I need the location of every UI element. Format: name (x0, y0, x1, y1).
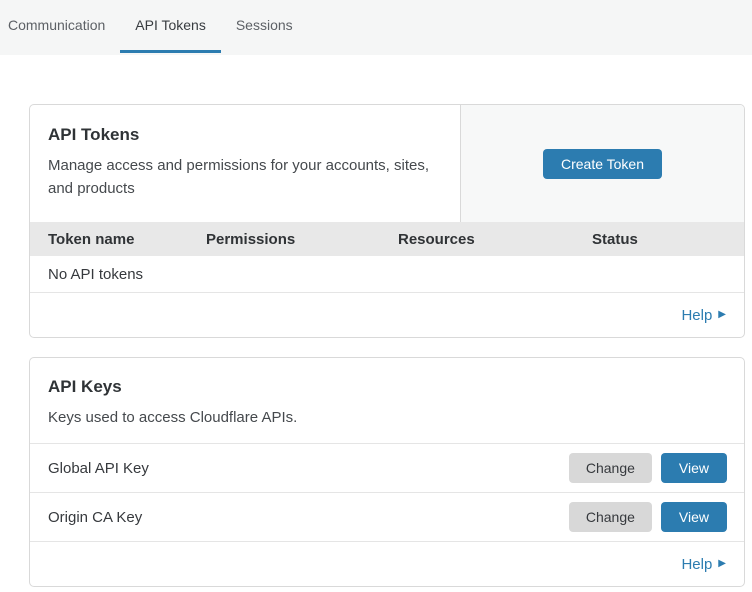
tab-api-tokens[interactable]: API Tokens (120, 0, 221, 53)
create-token-button[interactable]: Create Token (543, 149, 662, 179)
api-tokens-title: API Tokens (48, 125, 442, 145)
api-keys-title: API Keys (48, 377, 726, 397)
api-keys-card-header: API Keys Keys used to access Cloudflare … (30, 358, 744, 444)
tokens-empty-row: No API tokens (30, 256, 744, 293)
tab-sessions[interactable]: Sessions (221, 0, 308, 53)
api-tokens-card-header-action: Create Token (460, 105, 744, 222)
column-header-token-name: Token name (48, 231, 206, 248)
tokens-help-label: Help (681, 307, 712, 324)
api-keys-description: Keys used to access Cloudflare APIs. (48, 406, 726, 429)
column-header-permissions: Permissions (206, 231, 398, 248)
api-tokens-card-header-text: API Tokens Manage access and permissions… (30, 105, 460, 222)
keys-help-label: Help (681, 556, 712, 573)
origin-ca-key-view-button[interactable]: View (661, 502, 727, 532)
tokens-table-header: Token name Permissions Resources Status (30, 222, 744, 256)
help-arrow-icon: ▶ (718, 559, 726, 569)
tab-bar: Communication API Tokens Sessions (0, 0, 752, 55)
origin-ca-key-change-button[interactable]: Change (569, 502, 652, 532)
column-header-resources: Resources (398, 231, 592, 248)
api-tokens-card: API Tokens Manage access and permissions… (29, 104, 745, 338)
origin-ca-key-row: Origin CA Key Change View (30, 493, 744, 542)
global-api-key-row: Global API Key Change View (30, 444, 744, 493)
column-header-status: Status (592, 231, 744, 248)
global-api-key-change-button[interactable]: Change (569, 453, 652, 483)
keys-help-link[interactable]: Help ▶ (681, 556, 726, 573)
tab-communication[interactable]: Communication (0, 0, 120, 53)
origin-ca-key-label: Origin CA Key (48, 509, 569, 526)
tokens-empty-message: No API tokens (48, 266, 143, 283)
api-keys-card: API Keys Keys used to access Cloudflare … (29, 357, 745, 587)
help-arrow-icon: ▶ (718, 310, 726, 320)
tokens-help-row: Help ▶ (30, 293, 744, 337)
api-tokens-description: Manage access and permissions for your a… (48, 154, 442, 201)
page-content: API Tokens Manage access and permissions… (0, 55, 752, 587)
global-api-key-label: Global API Key (48, 460, 569, 477)
tokens-help-link[interactable]: Help ▶ (681, 307, 726, 324)
keys-help-row: Help ▶ (30, 542, 744, 586)
global-api-key-view-button[interactable]: View (661, 453, 727, 483)
api-tokens-card-header: API Tokens Manage access and permissions… (30, 105, 744, 222)
